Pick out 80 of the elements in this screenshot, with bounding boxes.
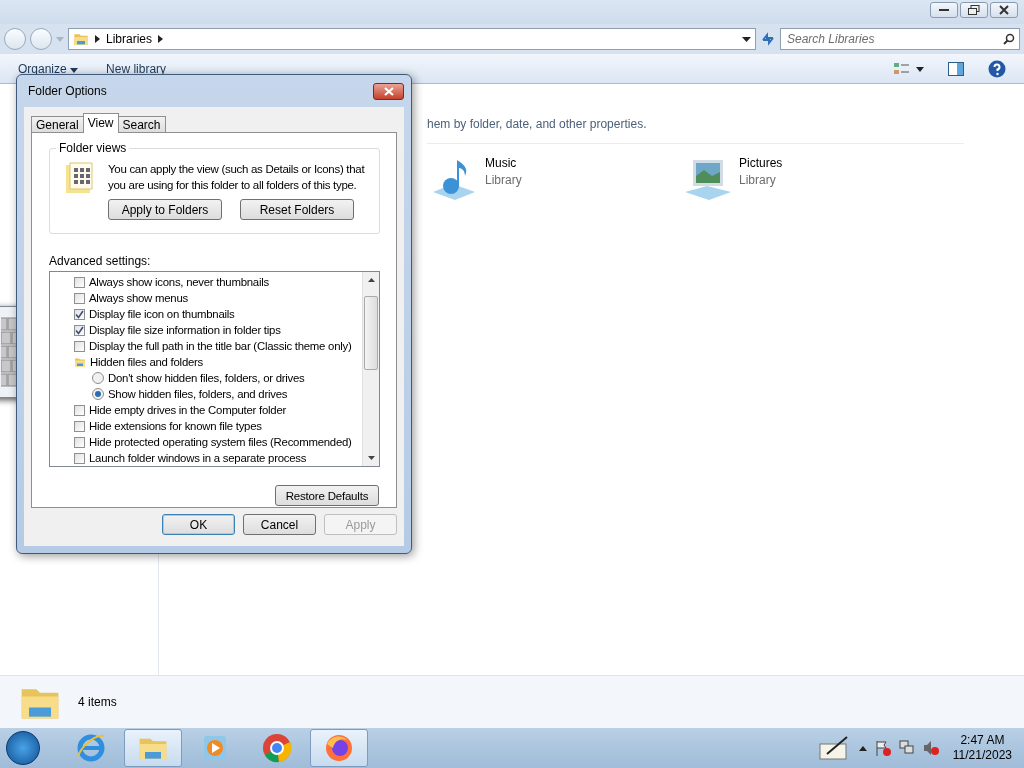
dropdown-arrow-icon[interactable]	[742, 36, 751, 42]
setting-label: Don't show hidden files, folders, or drives	[108, 372, 305, 384]
checkbox[interactable]	[74, 292, 85, 304]
scrollbar[interactable]	[362, 272, 379, 466]
scroll-down-icon[interactable]	[367, 456, 375, 460]
library-name[interactable]: Music	[485, 156, 522, 170]
setting-label: Show hidden files, folders, and drives	[108, 388, 288, 400]
close-button[interactable]	[990, 2, 1018, 18]
folder-icon	[74, 356, 86, 368]
setting-label: Always show icons, never thumbnails	[89, 276, 269, 288]
dropdown-arrow-icon	[70, 67, 79, 73]
checkbox[interactable]	[74, 452, 85, 464]
chrome-icon	[261, 732, 293, 764]
breadcrumb-arrow-icon[interactable]	[158, 35, 164, 43]
library-type: Library	[739, 173, 777, 187]
refresh-icon[interactable]	[760, 31, 776, 47]
advanced-settings-label: Advanced settings:	[49, 254, 152, 268]
clock-time[interactable]: 2:47 AM	[952, 733, 1012, 748]
flag-icon[interactable]	[874, 740, 891, 756]
setting-label: Always show menus	[89, 292, 188, 304]
preview-pane-icon[interactable]	[948, 61, 964, 76]
dialog-title: Folder Options	[28, 84, 107, 98]
library-description: hem by folder, date, and other properties.	[427, 117, 964, 144]
checkbox[interactable]	[74, 436, 85, 448]
breadcrumb-arrow-icon[interactable]	[95, 35, 100, 43]
toolbar-button[interactable]: Organize	[18, 61, 79, 76]
checkbox[interactable]	[74, 308, 85, 320]
clock-date[interactable]: 11/21/2023	[952, 748, 1012, 763]
setting-label: Hide empty drives in the Computer folder	[89, 404, 287, 416]
group-legend: Folder views	[56, 141, 130, 155]
library-type: Library	[485, 173, 522, 187]
radio-button[interactable]	[92, 388, 104, 400]
restore-icon	[968, 5, 980, 15]
close-icon	[383, 86, 394, 96]
library-folder-icon	[73, 31, 89, 47]
setting-label: Hide protected operating system files (Recommended)	[89, 436, 352, 448]
setting-label: Display file size information in folder tips	[89, 324, 281, 336]
minimize-icon	[939, 8, 949, 12]
taskbar-app[interactable]	[124, 729, 182, 767]
caret-icon[interactable]	[858, 745, 867, 751]
search-icon[interactable]	[1003, 33, 1015, 45]
scroll-up-icon[interactable]	[367, 278, 375, 282]
taskbar-app[interactable]	[310, 729, 368, 767]
folder-views-text: You can apply the view (such as Details or Icons) that you are using for this folder to all folders of this type.	[108, 162, 365, 193]
restore-button[interactable]	[960, 2, 988, 18]
setting-label: Display the full path in the title bar (Classic theme only)	[89, 340, 352, 352]
folder-views-button[interactable]: Reset Folders	[240, 199, 354, 220]
start-button[interactable]	[6, 731, 40, 765]
setting-label: Launch folder windows in a separate process	[89, 452, 307, 464]
firefox-icon	[323, 732, 355, 764]
advanced-settings-list[interactable]	[49, 271, 380, 467]
close-icon	[999, 5, 1009, 15]
network-icon[interactable]	[898, 740, 915, 756]
minimize-button[interactable]	[930, 2, 958, 18]
tab[interactable]: View	[82, 113, 119, 133]
library-name[interactable]: Pictures	[739, 156, 783, 170]
toolbar-button[interactable]: New library	[106, 61, 167, 76]
folder-views-button[interactable]: Apply to Folders	[108, 199, 222, 220]
dialog-button[interactable]: Cancel	[243, 514, 316, 535]
setting-label: Display file icon on thumbnails	[89, 308, 235, 320]
breadcrumb-item[interactable]: Libraries	[106, 32, 153, 46]
setting-group-label: Hidden files and folders	[90, 356, 204, 368]
help-icon[interactable]	[988, 59, 1006, 78]
checkbox[interactable]	[74, 276, 85, 288]
checkbox[interactable]	[74, 420, 85, 432]
restore-defaults-button[interactable]: Restore Defaults	[275, 485, 379, 506]
muted-speaker-icon[interactable]	[922, 740, 939, 756]
radio-button[interactable]	[92, 372, 104, 384]
dialog-button[interactable]: OK	[162, 514, 235, 535]
browser-e-icon	[75, 732, 107, 764]
checkbox[interactable]	[74, 340, 85, 352]
address-bar[interactable]: Libraries	[68, 28, 756, 50]
close-button[interactable]	[373, 82, 404, 100]
item-count: 4 items	[78, 695, 117, 709]
checkbox[interactable]	[74, 404, 85, 416]
search-field[interactable]: Search Libraries	[780, 28, 1020, 50]
checkbox[interactable]	[74, 324, 85, 336]
folder-view-icon	[64, 161, 96, 195]
setting-label: Hide extensions for known file types	[89, 420, 262, 432]
view-options-icon[interactable]	[894, 61, 924, 76]
